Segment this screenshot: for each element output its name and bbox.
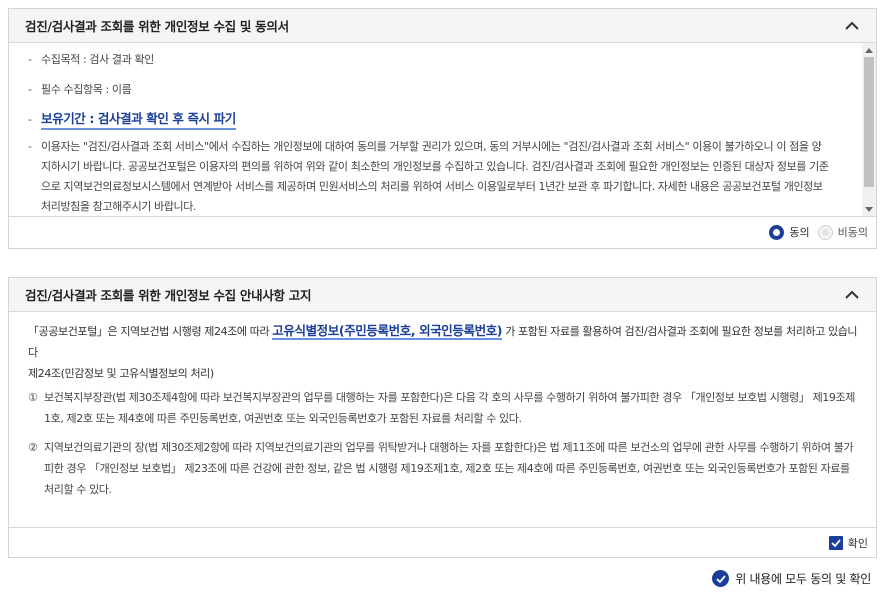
dash-icon: - — [28, 113, 32, 126]
notice-panel: 검진/검사결과 조회를 위한 개인정보 수집 안내사항 고지 「공공보건포털」은… — [8, 277, 877, 558]
agree-all-label: 위 내용에 모두 동의 및 확인 — [735, 572, 871, 586]
clause-item: ② 지역보건의료기관의 장(법 제30조제2항에 따라 지역보건의료기관의 업무… — [28, 437, 858, 500]
check-circle-icon — [712, 570, 730, 587]
clause-text: 지역보건의료기관의 장(법 제30조제2항에 따라 지역보건의료기관의 업무를 … — [44, 441, 854, 496]
confirm-checkbox-option[interactable]: 확인 — [828, 535, 868, 551]
agree-all-button[interactable]: 위 내용에 모두 동의 및 확인 — [712, 570, 871, 587]
confirm-row: 확인 — [9, 528, 876, 558]
check-icon — [831, 539, 841, 547]
scroll-down-icon[interactable] — [865, 207, 873, 212]
agree-label: 동의 — [789, 226, 810, 239]
retention-period-text: 보유기간 : 검사결과 확인 후 즉시 파기 — [41, 110, 236, 130]
clause-number: ① — [28, 391, 38, 404]
disagree-radio-option[interactable]: 비동의 — [817, 224, 868, 240]
intro-text: 「공공보건포털」은 지역보건법 시행령 제24조에 따라 — [28, 325, 273, 338]
disagree-label: 비동의 — [837, 226, 868, 239]
chevron-up-icon[interactable] — [840, 14, 864, 38]
list-item: - 보유기간 : 검사결과 확인 후 즉시 파기 — [28, 110, 830, 130]
purpose-text: 수집목적 : 검사 결과 확인 — [41, 53, 154, 66]
confirm-label: 확인 — [847, 537, 868, 550]
vertical-scrollbar[interactable] — [862, 43, 876, 216]
list-item: - 수집목적 : 검사 결과 확인 — [28, 50, 830, 70]
required-items-text: 필수 수집항목 : 이름 — [41, 83, 132, 96]
dash-icon: - — [28, 83, 32, 96]
list-item: - 필수 수집항목 : 이름 — [28, 80, 830, 100]
consent-panel-title: 검진/검사결과 조회를 위한 개인정보 수집 및 동의서 — [25, 19, 289, 34]
agree-radio-option[interactable]: 동의 — [769, 224, 810, 240]
notice-panel-title: 검진/검사결과 조회를 위한 개인정보 수집 안내사항 고지 — [25, 288, 312, 303]
chevron-up-icon[interactable] — [840, 283, 864, 307]
dash-icon: - — [28, 140, 32, 153]
notice-intro: 「공공보건포털」은 지역보건법 시행령 제24조에 따라 고유식별정보(주민등록… — [28, 320, 858, 363]
clause-number: ② — [28, 441, 38, 454]
scroll-up-icon[interactable] — [865, 48, 873, 53]
list-item: - 이용자는 "검진/검사결과 조회 서비스"에서 수집하는 개인정보에 대하여… — [28, 137, 830, 216]
consent-panel: 검진/검사결과 조회를 위한 개인정보 수집 및 동의서 - 수집목적 : 검사… — [8, 8, 877, 249]
consent-choice-row: 동의 비동의 — [9, 217, 876, 247]
consent-scroll-area[interactable]: - 수집목적 : 검사 결과 확인 - 필수 수집항목 : 이름 - 보유기간 … — [9, 43, 876, 217]
article-title: 제24조(민감정보 및 고유식별정보의 처리) — [28, 367, 214, 380]
notice-panel-header[interactable]: 검진/검사결과 조회를 위한 개인정보 수집 안내사항 고지 — [9, 278, 876, 312]
disagree-radio[interactable] — [817, 224, 833, 240]
dash-icon: - — [28, 53, 32, 66]
intro-highlight: 고유식별정보(주민등록번호, 외국인등록번호) — [272, 323, 503, 340]
notice-body: 「공공보건포털」은 지역보건법 시행령 제24조에 따라 고유식별정보(주민등록… — [9, 312, 876, 528]
clause-text: 보건복지부장관(법 제30조제4항에 따라 보건복지부장관의 업무를 대행하는 … — [44, 391, 855, 425]
consent-description-text: 이용자는 "검진/검사결과 조회 서비스"에서 수집하는 개인정보에 대하여 동… — [41, 140, 829, 213]
confirm-checkbox[interactable] — [828, 536, 843, 550]
agree-radio[interactable] — [769, 224, 785, 240]
consent-panel-header[interactable]: 검진/검사결과 조회를 위한 개인정보 수집 및 동의서 — [9, 9, 876, 43]
clause-item: ① 보건복지부장관(법 제30조제4항에 따라 보건복지부장관의 업무를 대행하… — [28, 387, 858, 429]
scrollbar-thumb[interactable] — [864, 57, 874, 187]
